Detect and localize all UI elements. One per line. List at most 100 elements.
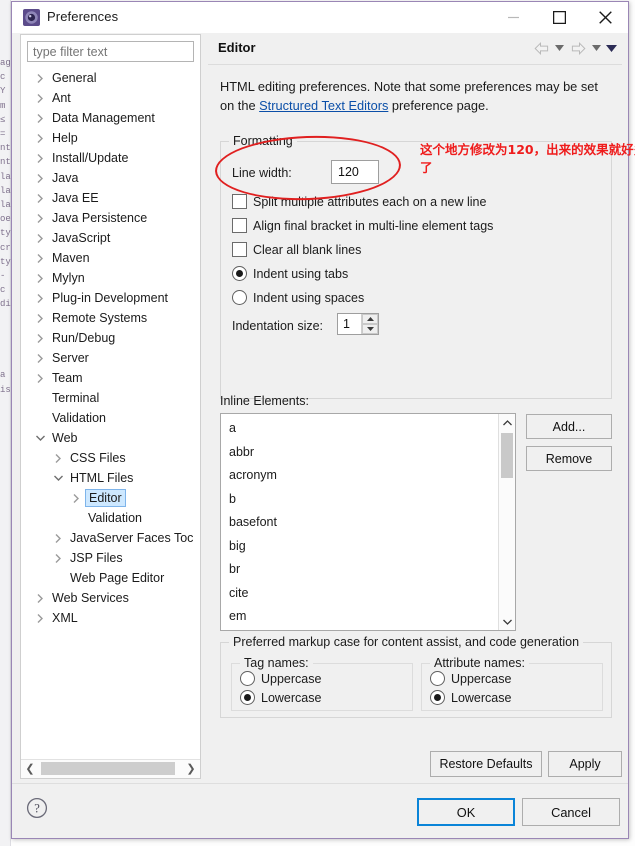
apply-button[interactable]: Apply — [548, 751, 622, 777]
chevron-right-icon[interactable] — [33, 148, 47, 168]
sidebar-item-xml[interactable]: XML — [21, 608, 200, 628]
chevron-right-icon[interactable] — [51, 448, 65, 468]
forward-dropdown-chevron-down-icon[interactable] — [590, 39, 603, 57]
checkbox-align-final-bracket[interactable]: Align final bracket in multi-line elemen… — [232, 218, 493, 233]
list-item[interactable]: a — [221, 417, 498, 441]
chevron-right-icon[interactable] — [33, 608, 47, 628]
chevron-right-icon[interactable] — [33, 588, 47, 608]
chevron-right-icon[interactable] — [33, 268, 47, 288]
radio-tag-uppercase[interactable]: Uppercase — [240, 671, 321, 686]
sidebar-item-terminal[interactable]: Terminal — [21, 388, 200, 408]
sidebar-item-plug-in-development[interactable]: Plug-in Development — [21, 288, 200, 308]
stepper-up-icon[interactable] — [362, 314, 378, 324]
scrollbar-thumb[interactable] — [41, 762, 175, 775]
list-item[interactable]: big — [221, 535, 498, 559]
chevron-right-icon[interactable] — [69, 488, 83, 508]
scroll-left-icon[interactable]: ❮ — [21, 760, 39, 777]
chevron-down-icon[interactable] — [51, 468, 65, 488]
chevron-right-icon[interactable] — [33, 228, 47, 248]
sidebar-item-java[interactable]: Java — [21, 168, 200, 188]
chevron-right-icon[interactable] — [51, 548, 65, 568]
stepper-arrows[interactable] — [361, 314, 378, 334]
sidebar-item-validation[interactable]: Validation — [21, 408, 200, 428]
tree-horizontal-scrollbar[interactable]: ❮ ❯ — [21, 759, 200, 778]
help-icon[interactable]: ? — [26, 797, 48, 819]
chevron-right-icon[interactable] — [33, 68, 47, 88]
chevron-right-icon[interactable] — [33, 328, 47, 348]
sidebar-item-validation[interactable]: Validation — [21, 508, 200, 528]
list-item[interactable]: cite — [221, 582, 498, 606]
sidebar-item-javascript[interactable]: JavaScript — [21, 228, 200, 248]
sidebar-item-ant[interactable]: Ant — [21, 88, 200, 108]
restore-defaults-button[interactable]: Restore Defaults — [430, 751, 542, 777]
checkbox-split-multiple-attributes[interactable]: Split multiple attributes each on a new … — [232, 194, 486, 209]
indentation-size-stepper[interactable]: 1 — [337, 313, 379, 335]
structured-text-editors-link[interactable]: Structured Text Editors — [259, 98, 388, 113]
chevron-right-icon[interactable] — [33, 368, 47, 388]
chevron-right-icon[interactable] — [33, 188, 47, 208]
view-menu-chevron-down-icon[interactable] — [605, 39, 618, 57]
radio-indent-using-tabs[interactable]: Indent using tabs — [232, 266, 348, 281]
radio-attribute-uppercase[interactable]: Uppercase — [430, 671, 511, 686]
sidebar-item-javaserver-faces-toc[interactable]: JavaServer Faces Toc — [21, 528, 200, 548]
inline-elements-list[interactable]: a abbr acronym b basefont big br cite em — [220, 413, 516, 631]
sidebar-item-java-ee[interactable]: Java EE — [21, 188, 200, 208]
sidebar-item-server[interactable]: Server — [21, 348, 200, 368]
sidebar-item-run-debug[interactable]: Run/Debug — [21, 328, 200, 348]
close-icon[interactable] — [582, 2, 628, 33]
chevron-right-icon[interactable] — [33, 108, 47, 128]
sidebar-item-web[interactable]: Web — [21, 428, 200, 448]
chevron-right-icon[interactable] — [33, 248, 47, 268]
sidebar-item-java-persistence[interactable]: Java Persistence — [21, 208, 200, 228]
stepper-down-icon[interactable] — [362, 324, 378, 334]
ok-button[interactable]: OK — [417, 798, 515, 826]
cancel-button[interactable]: Cancel — [522, 798, 620, 826]
tree-scroll-region[interactable]: General Ant Data Management Help Install/Upd… — [21, 68, 200, 755]
line-width-input[interactable]: 120 — [331, 160, 379, 184]
checkbox-clear-all-blank-lines[interactable]: Clear all blank lines — [232, 242, 361, 257]
chevron-right-icon[interactable] — [33, 168, 47, 188]
list-item[interactable]: abbr — [221, 441, 498, 465]
sidebar-item-web-page-editor[interactable]: Web Page Editor — [21, 568, 200, 588]
list-item[interactable]: acronym — [221, 464, 498, 488]
sidebar-item-editor[interactable]: Editor — [21, 488, 200, 508]
chevron-right-icon[interactable] — [33, 208, 47, 228]
chevron-right-icon[interactable] — [33, 308, 47, 328]
chevron-right-icon[interactable] — [33, 348, 47, 368]
add-button[interactable]: Add... — [526, 414, 612, 439]
sidebar-item-install-update[interactable]: Install/Update — [21, 148, 200, 168]
sidebar-item-maven[interactable]: Maven — [21, 248, 200, 268]
chevron-right-icon[interactable] — [33, 288, 47, 308]
sidebar-item-remote-systems[interactable]: Remote Systems — [21, 308, 200, 328]
minimize-button[interactable] — [490, 2, 536, 33]
list-item[interactable]: basefont — [221, 511, 498, 535]
sidebar-item-help[interactable]: Help — [21, 128, 200, 148]
scrollbar-thumb[interactable] — [501, 433, 513, 478]
sidebar-item-jsp-files[interactable]: JSP Files — [21, 548, 200, 568]
chevron-right-icon[interactable] — [51, 528, 65, 548]
maximize-button[interactable] — [536, 2, 582, 33]
sidebar-item-team[interactable]: Team — [21, 368, 200, 388]
scroll-up-chevron-icon[interactable] — [499, 414, 515, 431]
chevron-right-icon[interactable] — [33, 128, 47, 148]
radio-tag-lowercase[interactable]: Lowercase — [240, 690, 321, 705]
list-item[interactable]: br — [221, 558, 498, 582]
sidebar-item-general[interactable]: General — [21, 68, 200, 88]
inline-elements-items[interactable]: a abbr acronym b basefont big br cite em — [221, 414, 498, 630]
remove-button[interactable]: Remove — [526, 446, 612, 471]
list-vertical-scrollbar[interactable] — [498, 414, 515, 630]
sidebar-item-data-management[interactable]: Data Management — [21, 108, 200, 128]
list-item[interactable]: b — [221, 488, 498, 512]
radio-indent-using-spaces[interactable]: Indent using spaces — [232, 290, 364, 305]
sidebar-item-html-files[interactable]: HTML Files — [21, 468, 200, 488]
scroll-right-icon[interactable]: ❯ — [182, 760, 200, 777]
back-dropdown-chevron-down-icon[interactable] — [553, 39, 566, 57]
forward-arrow-icon[interactable] — [568, 39, 588, 57]
chevron-right-icon[interactable] — [33, 88, 47, 108]
list-item[interactable]: em — [221, 605, 498, 629]
search-input[interactable] — [27, 41, 194, 62]
sidebar-item-css-files[interactable]: CSS Files — [21, 448, 200, 468]
sidebar-item-mylyn[interactable]: Mylyn — [21, 268, 200, 288]
radio-attribute-lowercase[interactable]: Lowercase — [430, 690, 511, 705]
back-arrow-icon[interactable] — [531, 39, 551, 57]
